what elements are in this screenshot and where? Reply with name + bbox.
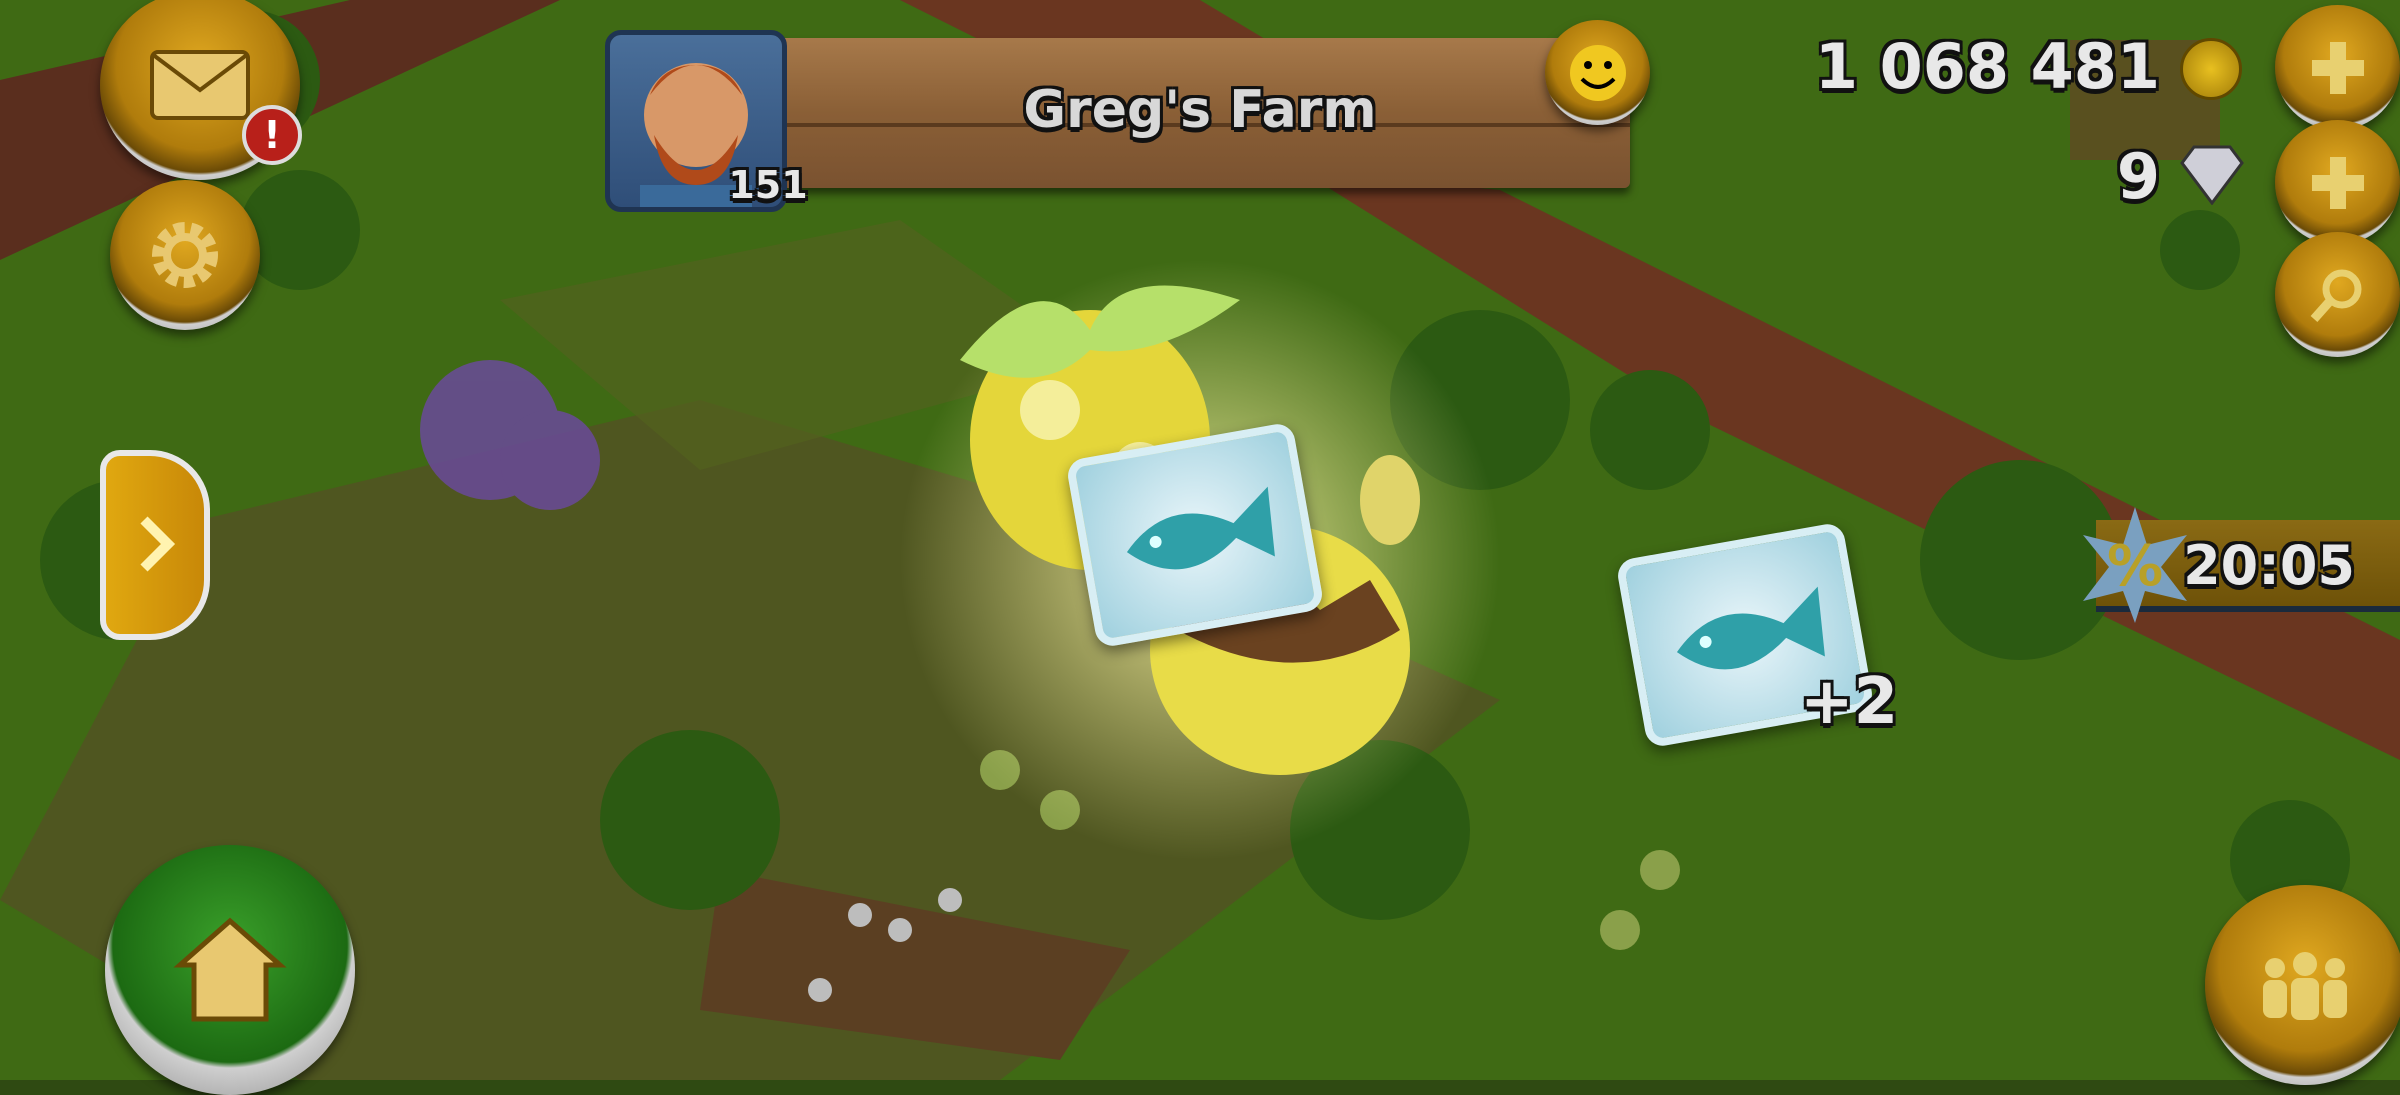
farm-name: Greg's Farm — [1023, 80, 1377, 140]
smiley-icon — [1569, 44, 1626, 101]
mail-alert-badge: ! — [242, 105, 302, 165]
envelope-icon — [150, 50, 250, 120]
gear-icon — [152, 222, 218, 288]
level-star: 151 — [728, 163, 808, 207]
settings-button[interactable] — [110, 180, 260, 330]
house-icon — [173, 917, 287, 1022]
plus-icon — [2311, 41, 2364, 94]
diamond-count: 9 — [2116, 140, 2160, 213]
sale-percent-icon: % — [2083, 507, 2187, 623]
buy-diamonds-button[interactable] — [2275, 120, 2400, 245]
sale-timer: 20:05 — [2183, 534, 2355, 597]
plus-icon — [2311, 156, 2364, 209]
emoji-button[interactable] — [1545, 20, 1650, 125]
home-button[interactable] — [105, 845, 355, 1095]
fish-icon — [1126, 486, 1275, 570]
friends-icon — [2263, 952, 2347, 1020]
chevron-right-icon — [140, 516, 176, 572]
expand-side-panel-button[interactable] — [100, 450, 210, 640]
magnifier-icon — [2310, 269, 2361, 322]
extra-reward-count: +2 — [1800, 665, 1899, 739]
fish-card-main — [1065, 421, 1325, 649]
diamond-icon — [2180, 145, 2244, 205]
friends-button[interactable] — [2205, 885, 2400, 1085]
svg-text:%: % — [2107, 534, 2163, 599]
farm-name-banner: Greg's Farm — [770, 38, 1630, 188]
coin-icon — [2180, 38, 2242, 100]
coin-count: 1 068 481 — [1814, 30, 2160, 103]
search-button[interactable] — [2275, 232, 2400, 357]
buy-coins-button[interactable] — [2275, 5, 2400, 130]
